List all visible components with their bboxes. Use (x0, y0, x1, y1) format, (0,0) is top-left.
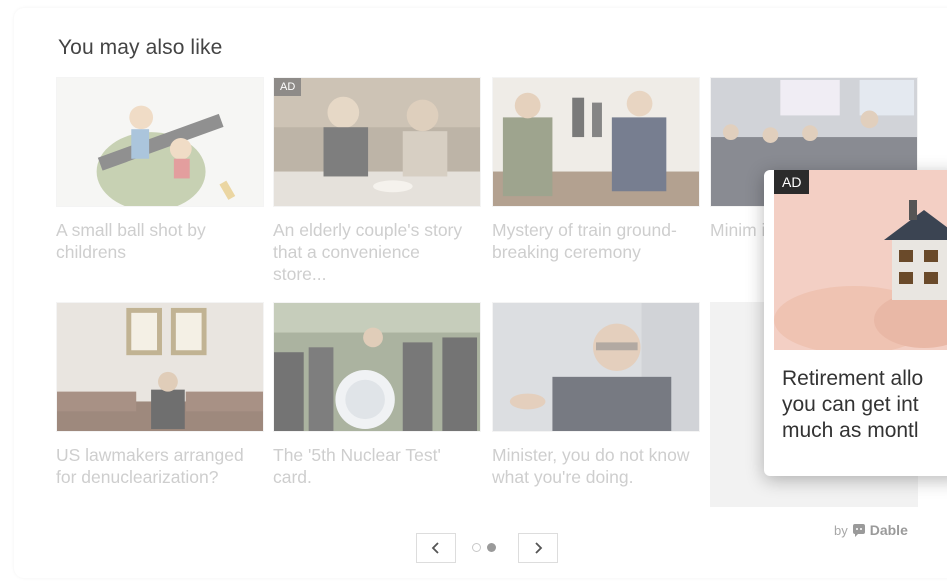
article-card-ad[interactable]: AD An elderly couple's story that a conv… (273, 77, 481, 285)
popup-ad-text-line: much as montl (782, 419, 919, 442)
popup-ad-text[interactable]: Retirement allo you can get int much as … (782, 366, 947, 444)
chevron-left-icon (431, 542, 439, 554)
article-card[interactable]: The '5th Nuclear Test' card. (273, 302, 481, 488)
article-thumbnail[interactable] (492, 302, 700, 432)
article-caption[interactable]: US lawmakers arranged for denuclearizati… (56, 444, 256, 488)
page-dot[interactable] (472, 543, 481, 552)
page-indicator (472, 543, 496, 553)
brand-name: Dable (869, 522, 908, 538)
article-card[interactable]: Minister, you do not know what you're do… (492, 302, 700, 488)
article-card[interactable]: A small ball shot by childrens (56, 77, 264, 263)
article-caption[interactable]: An elderly couple's story that a conveni… (273, 219, 473, 285)
popup-ad-badge: AD (774, 170, 810, 194)
article-caption[interactable]: Minister, you do not know what you're do… (492, 444, 692, 488)
article-thumbnail[interactable] (56, 77, 264, 207)
article-caption[interactable]: Mystery of train ground-breaking ceremon… (492, 219, 692, 263)
article-caption[interactable]: A small ball shot by childrens (56, 219, 256, 263)
brand-prefix: by (834, 522, 848, 538)
article-thumbnail[interactable] (492, 77, 700, 207)
article-card[interactable]: US lawmakers arranged for denuclearizati… (56, 302, 264, 488)
page-dot-active[interactable] (487, 543, 496, 552)
ad-badge: AD (274, 78, 302, 96)
next-page-button[interactable] (518, 533, 558, 563)
brand-attribution[interactable]: by Dable (834, 522, 908, 538)
article-card[interactable]: Mystery of train ground-breaking ceremon… (492, 77, 700, 263)
popup-ad-text-line: you can get int (782, 393, 919, 416)
widget-title: You may also like (58, 36, 223, 59)
prev-page-button[interactable] (416, 533, 456, 563)
popup-ad[interactable]: AD Retirement allo you can get int much … (764, 170, 947, 476)
popup-ad-text-line: Retirement allo (782, 367, 924, 390)
article-thumbnail[interactable] (273, 302, 481, 432)
dable-logo-icon (852, 523, 865, 537)
article-caption[interactable]: The '5th Nuclear Test' card. (273, 444, 473, 488)
article-thumbnail[interactable]: AD (273, 77, 481, 207)
chevron-right-icon (535, 542, 543, 554)
popup-ad-image[interactable] (774, 170, 947, 350)
article-thumbnail[interactable] (56, 302, 264, 432)
